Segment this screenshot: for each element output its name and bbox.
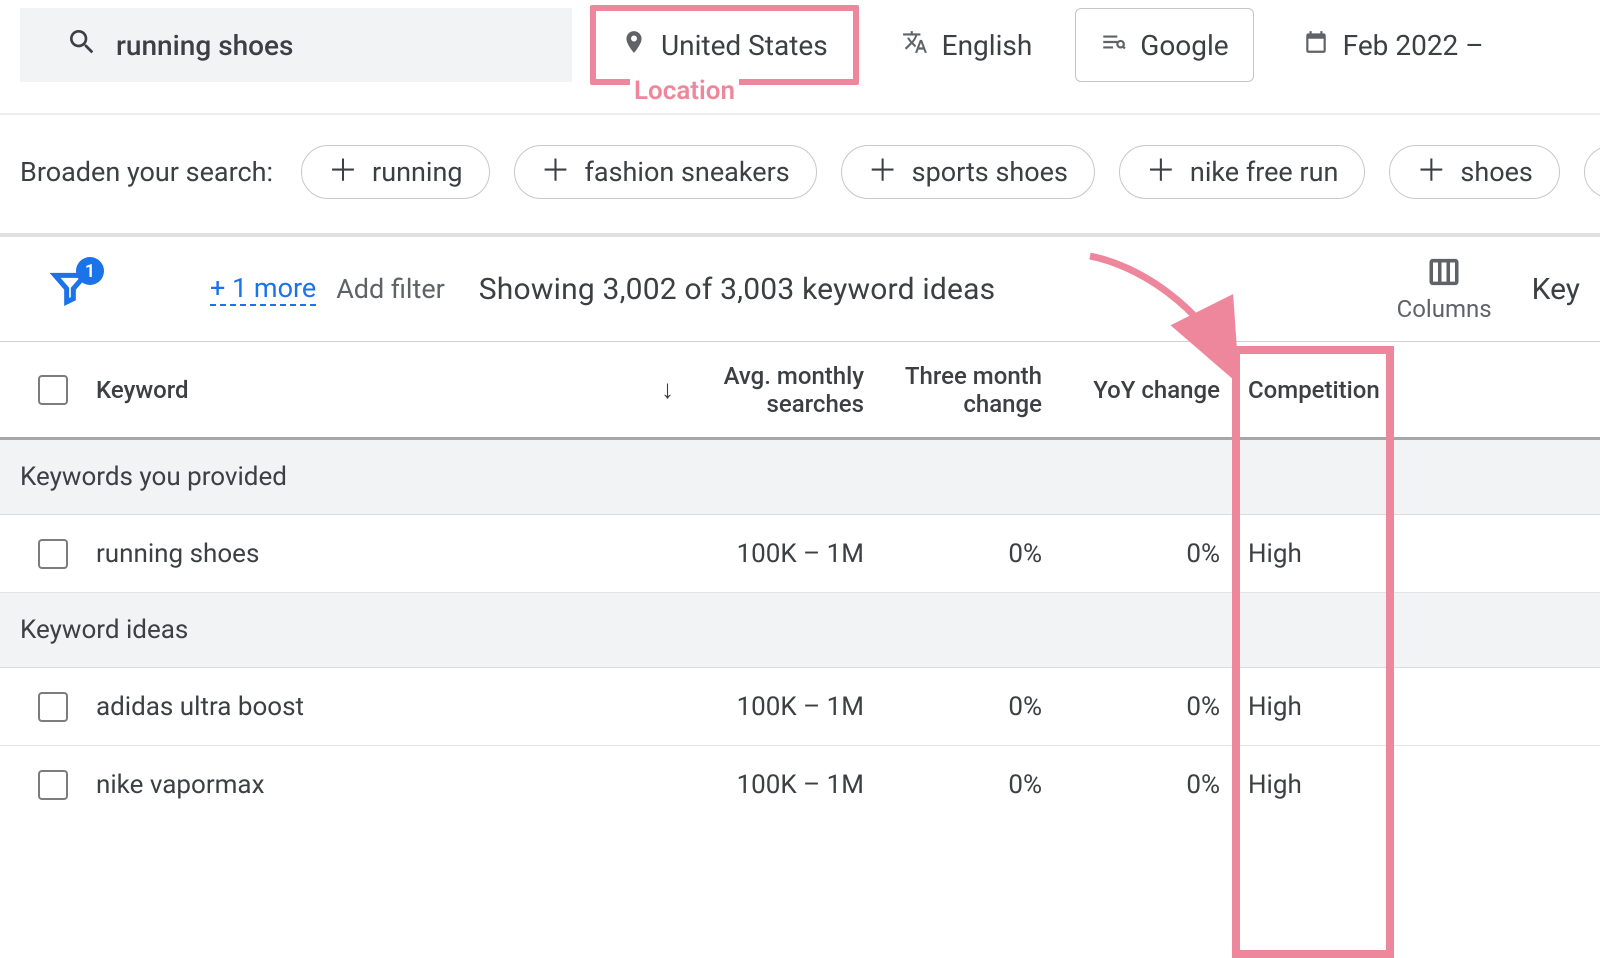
annotation-location-label: Location xyxy=(630,76,739,106)
cell-three-month: 0% xyxy=(874,692,1052,722)
add-filter-button[interactable]: Add filter xyxy=(336,273,445,305)
plus-icon: ＋ xyxy=(541,157,571,187)
annotation-location-box: United States xyxy=(590,5,859,85)
header-yoy[interactable]: YoY change xyxy=(1052,376,1230,404)
chip-label: fashion sneakers xyxy=(585,156,790,188)
location-icon xyxy=(621,29,647,62)
row-checkbox[interactable] xyxy=(38,692,68,722)
cell-keyword[interactable]: adidas ultra boost xyxy=(86,692,580,722)
broaden-chip[interactable]: ＋ nike free run xyxy=(1119,145,1365,199)
cell-three-month: 0% xyxy=(874,539,1052,569)
table-header-row: Keyword ↓ Avg. monthly searches Three mo… xyxy=(0,342,1600,440)
header-competition[interactable]: Competition xyxy=(1230,376,1390,404)
location-value: United States xyxy=(661,29,828,62)
language-selector[interactable]: English xyxy=(877,8,1058,82)
cell-avg: 100K – 1M xyxy=(580,692,874,722)
header-keyword[interactable]: Keyword xyxy=(86,376,580,404)
plus-icon: ＋ xyxy=(328,157,358,187)
broaden-chip[interactable]: ＋ sports shoes xyxy=(841,145,1095,199)
translate-icon xyxy=(902,29,928,62)
chip-label: nike free run xyxy=(1190,156,1338,188)
broaden-chip-more[interactable]: ＋ xyxy=(1584,146,1600,198)
search-icon xyxy=(66,26,98,65)
broaden-search-row: Broaden your search: ＋ running ＋ fashion s… xyxy=(0,115,1600,237)
filter-count-badge: 1 xyxy=(76,257,104,285)
cell-yoy: 0% xyxy=(1052,692,1230,722)
select-all-checkbox[interactable] xyxy=(38,375,68,405)
network-value: Google xyxy=(1140,29,1228,62)
broaden-label: Broaden your search: xyxy=(20,156,273,188)
columns-button[interactable]: Columns xyxy=(1397,255,1492,323)
header-three-month[interactable]: Three month change xyxy=(874,362,1052,418)
language-value: English xyxy=(942,29,1033,62)
keyword-table: Keyword ↓ Avg. monthly searches Three mo… xyxy=(0,341,1600,824)
chip-label: sports shoes xyxy=(912,156,1068,188)
sort-descending-icon: ↓ xyxy=(661,374,674,405)
row-checkbox[interactable] xyxy=(38,539,68,569)
date-range-selector[interactable]: Feb 2022 – xyxy=(1278,8,1509,82)
table-toolbar: 1 + 1 more Add filter Showing 3,002 of 3… xyxy=(0,237,1600,341)
top-bar: running shoes United States Location Eng… xyxy=(0,0,1600,115)
toolbar-right: Columns Key xyxy=(1397,255,1580,323)
cell-three-month: 0% xyxy=(874,770,1052,800)
network-icon xyxy=(1100,29,1126,62)
header-avg-monthly-searches[interactable]: ↓ Avg. monthly searches xyxy=(580,362,874,418)
search-input-container[interactable]: running shoes xyxy=(20,8,572,82)
location-selector[interactable]: United States xyxy=(596,11,853,79)
filter-button[interactable]: 1 xyxy=(50,267,90,311)
header-checkbox-cell xyxy=(0,375,86,405)
date-range-value: Feb 2022 – xyxy=(1343,29,1484,62)
section-provided: Keywords you provided xyxy=(0,440,1600,515)
cell-competition: High xyxy=(1230,539,1390,569)
cell-keyword[interactable]: running shoes xyxy=(86,539,580,569)
columns-label: Columns xyxy=(1397,295,1492,323)
table-row: adidas ultra boost 100K – 1M 0% 0% High xyxy=(0,668,1600,746)
section-ideas: Keyword ideas xyxy=(0,593,1600,668)
plus-icon: ＋ xyxy=(868,157,898,187)
broaden-chip[interactable]: ＋ running xyxy=(301,145,490,199)
cell-keyword[interactable]: nike vapormax xyxy=(86,770,580,800)
cell-yoy: 0% xyxy=(1052,539,1230,569)
search-input-value: running shoes xyxy=(116,29,293,62)
plus-icon: ＋ xyxy=(1416,157,1446,187)
plus-icon: ＋ xyxy=(1146,157,1176,187)
table-row: nike vapormax 100K – 1M 0% 0% High xyxy=(0,746,1600,824)
chip-label: running xyxy=(372,156,463,188)
chip-label: shoes xyxy=(1460,156,1532,188)
more-filters-link[interactable]: + 1 more xyxy=(210,272,316,306)
row-checkbox[interactable] xyxy=(38,770,68,800)
broaden-chip[interactable]: ＋ fashion sneakers xyxy=(514,145,817,199)
results-summary: Showing 3,002 of 3,003 keyword ideas xyxy=(479,272,996,307)
network-selector[interactable]: Google xyxy=(1075,8,1253,82)
broaden-chip[interactable]: ＋ shoes xyxy=(1389,145,1559,199)
calendar-icon xyxy=(1303,29,1329,62)
cell-avg: 100K – 1M xyxy=(580,539,874,569)
cell-avg: 100K – 1M xyxy=(580,770,874,800)
toolbar-cutoff-text: Key xyxy=(1532,272,1580,307)
table-row: running shoes 100K – 1M 0% 0% High xyxy=(0,515,1600,593)
cell-yoy: 0% xyxy=(1052,770,1230,800)
cell-competition: High xyxy=(1230,770,1390,800)
cell-competition: High xyxy=(1230,692,1390,722)
header-avg-label: Avg. monthly searches xyxy=(704,362,864,418)
